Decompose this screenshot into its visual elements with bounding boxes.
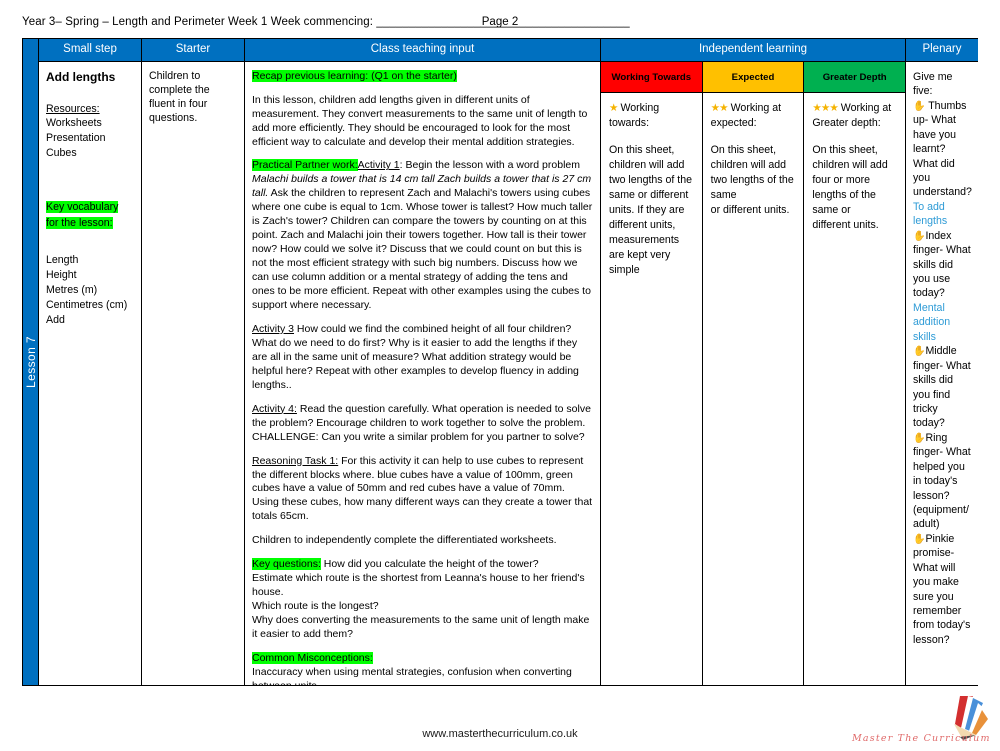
activity3-label: Activity 3: [252, 322, 295, 335]
page-header: Year 3– Spring – Length and Perimeter We…: [22, 8, 978, 36]
level-cell-working-towards: ★ Working towards: On this sheet, childr…: [601, 93, 703, 685]
level-header-expected: Expected: [702, 62, 805, 92]
vocabulary-item: Centimetres (cm): [46, 299, 128, 312]
level-body-expected: On this sheet, children will add two len…: [710, 144, 794, 217]
plenary-body: Give me five: ✋ Thumbs up- What have you…: [906, 62, 978, 653]
plenary-prompt: Middle finger- What skills did you find …: [913, 345, 971, 430]
misconceptions-label: Common Misconceptions:: [252, 652, 373, 664]
activity4-paragraph: Activity 4: Read the question carefully.…: [252, 403, 593, 445]
recap-label: Recap previous learning: (Q1 on the star…: [252, 69, 457, 82]
activity3-body: How could we find the combined height of…: [252, 322, 579, 391]
resource-item: Worksheets: [46, 117, 102, 130]
key-vocabulary-heading: Key vocabulary for the lesson:: [46, 200, 134, 231]
key-vocabulary-heading-line2: for the lesson:: [46, 216, 113, 229]
starter-body: Children to complete the fluent in four …: [149, 70, 210, 124]
level-header-working-towards: Working Towards: [601, 62, 703, 92]
independent-learning-wrap: Working Towards Expected Greater Depth ★…: [601, 62, 906, 685]
hand-icon: ✋: [913, 346, 926, 358]
plenary-prompt: Thumbs up- What have you learnt? What di…: [913, 99, 972, 199]
vocabulary-list: Length Height Metres (m) Centimetres (cm…: [46, 253, 134, 328]
column-header-class-teaching-input: Class teaching input: [245, 39, 600, 62]
logo-wordmark: Master The Curriculum: [852, 733, 991, 744]
vocabulary-item: Length: [46, 253, 79, 266]
level-header-greater-depth: Greater Depth: [804, 62, 906, 92]
hand-icon: ✋: [913, 100, 926, 112]
column-independent-learning: Independent learning Working Towards Exp…: [601, 39, 906, 685]
misconceptions-body: Inaccuracy when using mental strategies,…: [252, 665, 572, 685]
independent-worksheet-note: Children to independently complete the d…: [252, 534, 557, 547]
lesson-spine: Lesson 7: [23, 39, 39, 685]
recap-label-line: Recap previous learning: (Q1 on the star…: [252, 69, 593, 84]
resource-item: Cubes: [46, 146, 77, 159]
level-heading-text: Working towards:: [609, 102, 660, 130]
vocabulary-item: Metres (m): [46, 284, 98, 297]
star-rating-icon: ★: [609, 102, 618, 114]
activity1-label: Activity 1: [357, 159, 400, 172]
small-step-title: Add lengths: [46, 70, 116, 84]
activity1-lead: : Begin the lesson with a word problem: [399, 159, 580, 172]
column-class-teaching-input: Class teaching input Recap previous lear…: [245, 39, 601, 685]
column-small-step: Small step Add lengths Resources: Worksh…: [39, 39, 142, 685]
small-step-body: Add lengths Resources: Worksheets Presen…: [39, 62, 141, 685]
plenary-answer-index-finger: Mental addition skills: [913, 301, 951, 343]
column-plenary: Plenary Give me five: ✋ Thumbs up- What …: [906, 39, 978, 685]
lesson-plan-table: Lesson 7 Small step Add lengths Resource…: [22, 38, 978, 686]
column-header-small-step: Small step: [39, 39, 141, 62]
column-header-starter: Starter: [142, 39, 244, 62]
key-questions-rest: Estimate which route is the shortest fro…: [252, 572, 590, 641]
lesson-spine-label: Lesson 7: [23, 336, 38, 388]
hand-icon: ✋: [913, 533, 926, 545]
level-cell-greater-depth: ★★★ Working at Greater depth: On this sh…: [804, 93, 905, 685]
independent-level-cells: ★ Working towards: On this sheet, childr…: [601, 93, 905, 685]
level-heading-greater-depth: ★★★ Working at Greater depth:: [812, 101, 897, 131]
resources-block: Resources: Worksheets Presentation Cubes: [46, 102, 134, 160]
plenary-item-middle-finger: ✋Middle finger- What skills did you find…: [913, 344, 972, 431]
plenary-answer-thumbs-up: To add lengths: [913, 200, 948, 228]
column-header-independent-learning: Independent learning: [601, 39, 905, 62]
star-rating-icon: ★★: [710, 102, 729, 114]
resource-item: Presentation: [46, 132, 106, 145]
reasoning-task-label: Reasoning Task 1:: [252, 454, 339, 467]
independent-level-header-row: Working Towards Expected Greater Depth: [601, 62, 906, 93]
plenary-item-pinkie: ✋Pinkie promise- What will you make sure…: [913, 532, 972, 647]
hand-icon: ✋: [913, 432, 926, 444]
column-starter: Starter Children to complete the fluent …: [142, 39, 245, 685]
plenary-prompt: Pinkie promise- What will you make sure …: [913, 532, 971, 646]
level-heading-working-towards: ★ Working towards:: [609, 101, 694, 131]
key-questions-block: Key questions: How did you calculate the…: [252, 558, 593, 642]
reasoning-task-paragraph: Reasoning Task 1: For this activity it c…: [252, 455, 593, 525]
plenary-item-index-finger: ✋Index finger- What skills did you use t…: [913, 229, 972, 301]
activity4-label: Activity 4:: [252, 402, 297, 415]
class-teaching-input-body: Recap previous learning: (Q1 on the star…: [245, 62, 600, 685]
star-rating-icon: ★★★: [812, 102, 838, 114]
resources-heading: Resources:: [46, 102, 100, 115]
misconceptions-block: Common Misconceptions: Inaccuracy when u…: [252, 652, 593, 685]
document-title: Year 3– Spring – Length and Perimeter We…: [22, 16, 630, 28]
column-header-plenary: Plenary: [906, 39, 978, 62]
level-heading-expected: ★★ Working at expected:: [711, 101, 796, 131]
level-cell-expected: ★★ Working at expected: On this sheet, c…: [703, 93, 805, 685]
practical-partner-label: Practical Partner work:: [252, 159, 358, 172]
plenary-item-ring-finger: ✋Ring finger- What helped you in today's…: [913, 431, 972, 532]
activity3-paragraph: Activity 3 How could we find the combine…: [252, 323, 593, 393]
plenary-item-thumbs-up: ✋ Thumbs up- What have you learnt? What …: [913, 99, 972, 200]
activity4-body: Read the question carefully. What operat…: [252, 402, 591, 443]
key-vocabulary-heading-line1: Key vocabulary: [46, 201, 119, 214]
level-body-working-towards: On this sheet, children will add two len…: [609, 144, 693, 277]
key-questions-first: How did you calculate the height of the …: [320, 558, 539, 571]
key-questions-label: Key questions:: [252, 558, 321, 571]
intro-paragraph: In this lesson, children add lengths giv…: [252, 93, 588, 148]
activity1-body: Ask the children to represent Zach and M…: [252, 187, 593, 311]
plenary-intro: Give me five:: [913, 71, 953, 98]
master-the-curriculum-logo: Master The Curriculum: [842, 694, 992, 746]
level-body-greater-depth: On this sheet, children will add four or…: [812, 144, 888, 232]
vocabulary-item: Add: [46, 314, 65, 327]
plenary-prompt: Ring finger- What helped you in today's …: [913, 431, 971, 531]
activity1-paragraph: Practical Partner work:Activity 1: Begin…: [252, 159, 593, 312]
vocabulary-item: Height: [46, 269, 77, 282]
hand-icon: ✋: [913, 230, 926, 242]
